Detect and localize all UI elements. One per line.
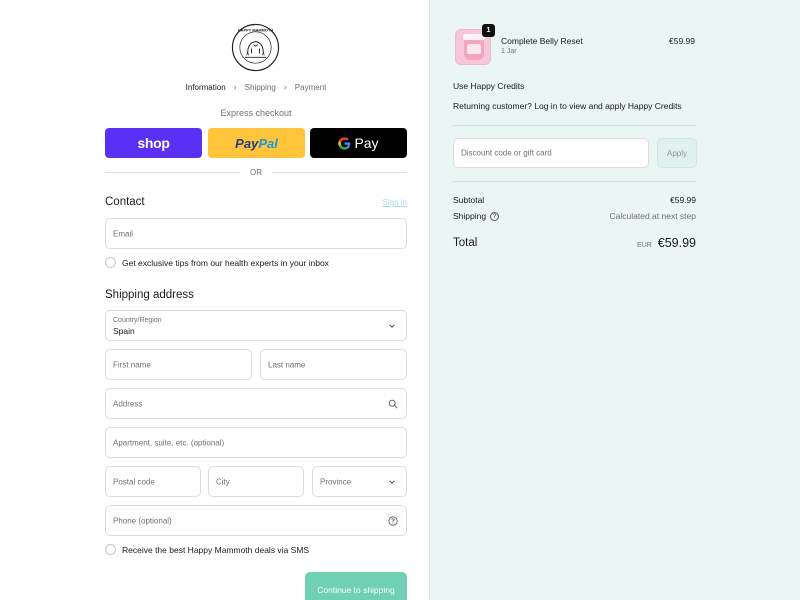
- happy-mammoth-logo[interactable]: HAPPY MAMMOTH: [231, 23, 280, 72]
- breadcrumb-information[interactable]: Information: [186, 83, 226, 92]
- shop-pay-button[interactable]: shop: [105, 128, 202, 158]
- apartment-placeholder: Apartment, suite, etc. (optional): [113, 438, 225, 447]
- first-name-field[interactable]: First name: [105, 349, 252, 380]
- product-name: Complete Belly Reset: [501, 36, 583, 46]
- breadcrumb-shipping: Shipping: [244, 82, 276, 92]
- google-pay-label: Pay: [354, 135, 379, 151]
- postal-code-field[interactable]: Postal code: [105, 466, 201, 497]
- last-name-placeholder: Last name: [268, 360, 306, 369]
- google-pay-button[interactable]: Pay: [310, 128, 407, 158]
- summary-divider: [453, 181, 697, 182]
- postal-code-placeholder: Postal code: [113, 477, 155, 486]
- subtotal-value: €59.99: [670, 195, 696, 205]
- tips-checkbox-row[interactable]: Get exclusive tips from our health exper…: [105, 257, 329, 268]
- province-placeholder: Province: [320, 477, 352, 486]
- city-field[interactable]: City: [208, 466, 304, 497]
- last-name-field[interactable]: Last name: [260, 349, 407, 380]
- sms-checkbox[interactable]: [105, 544, 116, 555]
- address-field[interactable]: Address: [105, 388, 407, 419]
- or-divider: OR: [105, 168, 407, 177]
- country-label: Country/Region: [113, 317, 162, 324]
- chevron-down-icon: [389, 479, 395, 484]
- chevron-right-icon: ›: [233, 82, 237, 92]
- breadcrumb-payment: Payment: [294, 82, 327, 92]
- paypal-pal-text: Pal: [258, 135, 278, 151]
- discount-placeholder: Discount code or gift card: [461, 148, 552, 158]
- country-value: Spain: [113, 326, 135, 336]
- sms-checkbox-row[interactable]: Receive the best Happy Mammoth deals via…: [105, 544, 309, 555]
- subtotal-row: Subtotal €59.99: [453, 195, 696, 205]
- first-name-placeholder: First name: [113, 360, 151, 369]
- discount-code-field[interactable]: Discount code or gift card: [453, 138, 649, 168]
- total-value: €59.99: [657, 236, 696, 250]
- jar-label: [467, 44, 481, 54]
- total-label: Total: [453, 237, 478, 249]
- divider-line: [105, 172, 240, 173]
- email-field[interactable]: Email: [105, 218, 407, 249]
- svg-text:HAPPY MAMMOTH: HAPPY MAMMOTH: [238, 27, 273, 32]
- apply-discount-button[interactable]: Apply: [657, 138, 697, 168]
- tips-checkbox-label: Get exclusive tips from our health exper…: [122, 257, 329, 268]
- product-variant: 1 Jar: [501, 48, 517, 55]
- checkout-form-panel: HAPPY MAMMOTH Information › Shipping › P…: [0, 0, 430, 600]
- happy-credits-title: Use Happy Credits: [453, 81, 525, 91]
- shipping-label: Shipping: [453, 211, 487, 221]
- chevron-down-icon: [389, 323, 395, 328]
- google-g-icon: [338, 136, 351, 150]
- tips-checkbox[interactable]: [105, 257, 116, 268]
- continue-to-shipping-button[interactable]: Continue to shipping: [305, 572, 407, 600]
- subtotal-label: Subtotal: [453, 195, 485, 205]
- country-select[interactable]: Country/Region Spain: [105, 310, 407, 341]
- province-select[interactable]: Province: [312, 466, 407, 497]
- shipping-row: Shipping? Calculated at next step: [453, 211, 696, 222]
- city-placeholder: City: [216, 477, 230, 486]
- divider-line: [272, 172, 407, 173]
- phone-placeholder: Phone (optional): [113, 516, 172, 525]
- total-row: Total EUR €59.99: [453, 234, 696, 252]
- product-price: €59.99: [669, 36, 695, 46]
- email-placeholder: Email: [113, 229, 134, 238]
- sign-in-link[interactable]: Sign in: [350, 198, 407, 207]
- apartment-field[interactable]: Apartment, suite, etc. (optional): [105, 427, 407, 458]
- quantity-badge: 1: [482, 24, 495, 37]
- help-circle-icon[interactable]: ?: [490, 212, 500, 222]
- happy-credits-text[interactable]: Returning customer? Log in to view and a…: [453, 101, 682, 111]
- total-currency: EUR: [636, 242, 652, 249]
- shop-pay-label: shop: [137, 135, 170, 151]
- paypal-button[interactable]: PayPal: [208, 128, 305, 158]
- shipping-address-heading: Shipping address: [105, 289, 194, 301]
- help-circle-icon[interactable]: [388, 515, 398, 526]
- search-icon: [388, 399, 398, 408]
- summary-divider: [453, 125, 697, 126]
- or-label: OR: [250, 168, 262, 177]
- sms-checkbox-label: Receive the best Happy Mammoth deals via…: [122, 544, 310, 555]
- paypal-pay-text: Pay: [235, 135, 259, 151]
- contact-heading: Contact: [105, 196, 145, 208]
- phone-field[interactable]: Phone (optional): [105, 505, 407, 536]
- express-checkout-label: Express checkout: [220, 108, 292, 118]
- shipping-value: Calculated at next step: [609, 211, 696, 222]
- chevron-right-icon: ›: [283, 82, 287, 92]
- address-placeholder: Address: [113, 399, 143, 408]
